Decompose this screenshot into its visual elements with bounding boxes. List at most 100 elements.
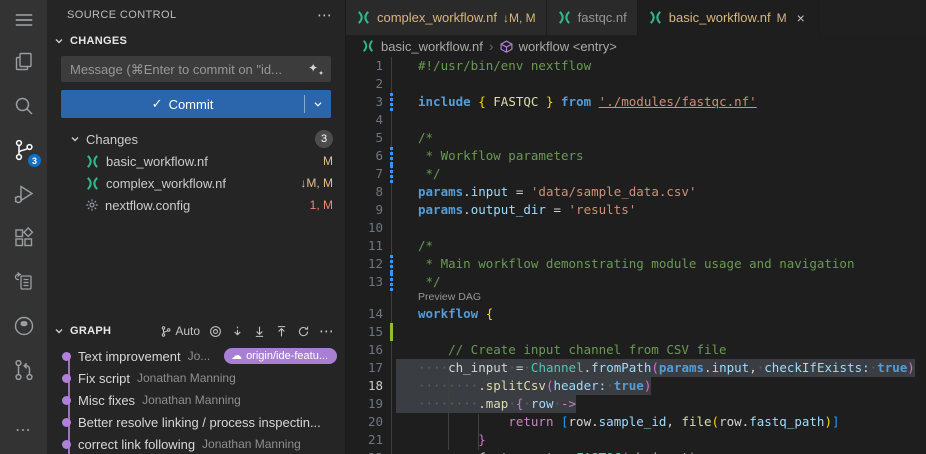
- commit-dot-icon: [62, 418, 71, 427]
- tab-complex_workflow.nf[interactable]: complex_workflow.nf↓M, M: [346, 0, 547, 35]
- close-icon[interactable]: ×: [793, 10, 809, 26]
- gutter-modified-marker: [390, 165, 393, 183]
- gear-icon: [85, 198, 99, 212]
- gutter-modified-marker: [390, 147, 393, 165]
- commit-row[interactable]: Misc fixesJonathan Manning: [47, 389, 345, 411]
- document-sync-button[interactable]: [0, 260, 47, 304]
- code-line-4[interactable]: 4: [346, 111, 926, 129]
- gutter-modified-marker: [390, 273, 393, 291]
- line-content: ········.map·{·row·->: [396, 395, 576, 413]
- changes-tree-header[interactable]: Changes 3: [47, 128, 345, 150]
- code-line-16[interactable]: 16 // Create input channel from CSV file: [346, 341, 926, 359]
- code-line-11[interactable]: 11/*: [346, 237, 926, 255]
- file-name: complex_workflow.nf: [106, 176, 294, 191]
- code-line-13[interactable]: 13 */: [346, 273, 926, 291]
- commit-message: Text improvement: [78, 349, 181, 364]
- line-content: /*: [418, 129, 433, 147]
- refresh-icon[interactable]: [297, 325, 310, 338]
- commit-row[interactable]: Fix scriptJonathan Manning: [47, 367, 345, 389]
- activity-bar: 3 ⋯: [0, 0, 47, 454]
- source-control-button[interactable]: 3: [0, 128, 47, 172]
- code-line-9[interactable]: 9params.output_dir = 'results': [346, 201, 926, 219]
- breadcrumb-file[interactable]: basic_workflow.nf: [381, 39, 483, 54]
- commit-button-label: Commit: [169, 97, 214, 112]
- code-line-6[interactable]: 6 * Workflow parameters: [346, 147, 926, 165]
- commit-row[interactable]: correct link followingJonathan Manning: [47, 433, 345, 454]
- line-content: // Create input channel from CSV file: [418, 341, 727, 359]
- code-line-5[interactable]: 5/*: [346, 129, 926, 147]
- line-number: 22: [346, 449, 391, 454]
- code-line-3[interactable]: 3include { FASTQC } from './modules/fast…: [346, 93, 926, 111]
- file-name: basic_workflow.nf: [106, 154, 317, 169]
- indent-guide: [448, 378, 449, 450]
- code-line-1[interactable]: 1#!/usr/bin/env nextflow: [346, 57, 926, 75]
- tab-fastqc.nf[interactable]: fastqc.nf: [547, 0, 638, 35]
- code-line-20[interactable]: 20 return [row.sample_id, file(row.fastq…: [346, 413, 926, 431]
- line-number: 1: [346, 57, 391, 75]
- line-content: */: [418, 165, 441, 183]
- line-number: 11: [346, 237, 391, 255]
- tab-basic_workflow.nf[interactable]: basic_workflow.nfM×: [638, 0, 820, 35]
- tab-label: fastqc.nf: [578, 10, 627, 25]
- line-number: 8: [346, 183, 391, 201]
- indent-guide: [478, 414, 479, 450]
- graph-more-button[interactable]: ⋯: [319, 322, 335, 340]
- commit-message-input[interactable]: [61, 56, 331, 82]
- code-line-15[interactable]: 15: [346, 323, 926, 341]
- file-row[interactable]: complex_workflow.nf ↓M, M: [47, 172, 345, 194]
- line-number: 3: [346, 93, 391, 111]
- commit-row[interactable]: Better resolve linking / process inspect…: [47, 411, 345, 433]
- code-line-22[interactable]: 22 fastqc_out = FASTQC(ch_input): [346, 449, 926, 454]
- graph-auto-toggle[interactable]: Auto: [160, 324, 200, 338]
- code-line-17[interactable]: 17····ch_input·=·Channel.fromPath(params…: [346, 359, 926, 377]
- extensions-button[interactable]: [0, 216, 47, 260]
- file-row[interactable]: basic_workflow.nfM: [47, 150, 345, 172]
- sidebar-title: SOURCE CONTROL: [67, 9, 317, 21]
- run-debug-button[interactable]: [0, 172, 47, 216]
- code-line-19[interactable]: 19········.map·{·row·->: [346, 395, 926, 413]
- code-line-7[interactable]: 7 */: [346, 165, 926, 183]
- file-name: nextflow.config: [105, 198, 304, 213]
- codelens-preview-dag[interactable]: Preview DAG: [346, 291, 926, 305]
- cloud-icon: ☁: [231, 349, 242, 362]
- line-number: 6: [346, 147, 391, 165]
- fetch-icon[interactable]: [231, 325, 244, 338]
- breadcrumb: basic_workflow.nf › workflow <entry>: [346, 35, 926, 57]
- file-status-badge: ↓M, M: [300, 176, 333, 190]
- line-content: }: [418, 431, 486, 449]
- activity-overflow-button[interactable]: ⋯: [15, 420, 32, 454]
- code-line-21[interactable]: 21 }: [346, 431, 926, 449]
- gutter-modified-marker: [390, 255, 393, 273]
- generate-commit-message-icon[interactable]: ✦✦: [308, 61, 324, 77]
- commit-message: Misc fixes: [78, 393, 135, 408]
- code-line-8[interactable]: 8params.input = 'data/sample_data.csv': [346, 183, 926, 201]
- code-editor[interactable]: 1#!/usr/bin/env nextflow23include { FAST…: [346, 57, 926, 454]
- commit-row[interactable]: Text improvementJo...☁origin/ide-featu..…: [47, 345, 345, 367]
- pull-request-button[interactable]: [0, 348, 47, 392]
- push-icon[interactable]: [275, 325, 288, 338]
- scm-badge: 3: [27, 153, 42, 168]
- code-line-14[interactable]: 14workflow {: [346, 305, 926, 323]
- code-line-10[interactable]: 10: [346, 219, 926, 237]
- code-line-18[interactable]: 18········.splitCsv(header:·true): [346, 377, 926, 395]
- explorer-button[interactable]: [0, 40, 47, 84]
- commit-dropdown-button[interactable]: [305, 97, 331, 111]
- code-line-12[interactable]: 12 * Main workflow demonstrating module …: [346, 255, 926, 273]
- sidebar-more-button[interactable]: ⋯: [317, 6, 333, 24]
- breadcrumb-symbol[interactable]: workflow <entry>: [519, 39, 617, 54]
- chevron-down-icon[interactable]: [51, 323, 67, 339]
- file-row[interactable]: nextflow.config1, M: [47, 194, 345, 216]
- code-line-2[interactable]: 2: [346, 75, 926, 93]
- pull-icon[interactable]: [253, 325, 266, 338]
- menu-button[interactable]: [0, 0, 47, 40]
- gutter-added-marker: [390, 323, 393, 341]
- tab-git-badge: ↓M, M: [503, 11, 536, 25]
- line-content: return [row.sample_id, file(row.fastq_pa…: [418, 413, 840, 431]
- search-button[interactable]: [0, 84, 47, 128]
- changes-section-header[interactable]: CHANGES: [47, 30, 345, 52]
- target-icon[interactable]: [209, 325, 222, 338]
- github-button[interactable]: [0, 304, 47, 348]
- commit-button[interactable]: ✓Commit: [61, 90, 331, 118]
- tab-label: basic_workflow.nf: [669, 10, 771, 25]
- branch-ref-pill[interactable]: ☁origin/ide-featu...: [224, 348, 337, 364]
